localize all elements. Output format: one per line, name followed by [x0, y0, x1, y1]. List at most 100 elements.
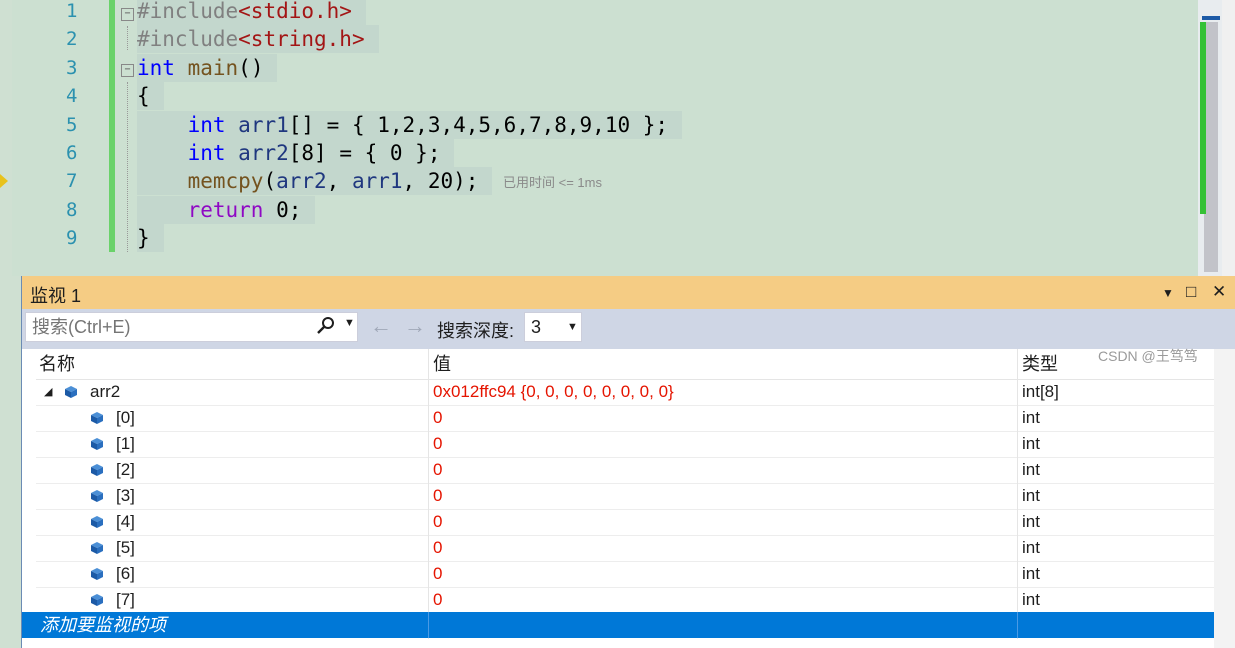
code-token: arr2	[238, 141, 289, 165]
code-token: [8] = { 0 };	[288, 141, 441, 165]
current-line-arrow-icon	[0, 174, 8, 188]
glyph-margin[interactable]	[0, 0, 12, 276]
fold-guide	[127, 26, 129, 50]
watch-value[interactable]: 0	[433, 483, 442, 509]
code-token: <stdio.h>	[238, 0, 352, 23]
scrollbar-thumb[interactable]	[1204, 22, 1218, 272]
column-header-value[interactable]: 值	[429, 349, 1017, 380]
fold-guide	[127, 82, 129, 252]
watch-value[interactable]: 0	[433, 587, 442, 613]
search-depth-value: 3	[531, 317, 542, 337]
watch-row[interactable]: [7] 0 int	[36, 587, 1214, 614]
code-line[interactable]: }	[137, 224, 164, 253]
code-line[interactable]: return 0;	[137, 195, 316, 224]
code-line[interactable]: memcpy(arr2, arr1, 20);	[137, 167, 493, 196]
code-line[interactable]: int arr1[] = { 1,2,3,4,5,6,7,8,9,10 };	[137, 110, 683, 139]
code-token: #include	[137, 27, 239, 52]
watch-row[interactable]: [2] 0 int	[36, 457, 1214, 484]
watch-name[interactable]: [0]	[116, 405, 135, 431]
maximize-icon[interactable]: □	[1186, 282, 1196, 302]
code-editor[interactable]: 123456789 − − #include<stdio.h> #include<…	[0, 0, 1235, 276]
watch-name[interactable]: [4]	[116, 509, 135, 535]
watch-row[interactable]: [0] 0 int	[36, 405, 1214, 432]
watch-name[interactable]: arr2	[90, 379, 120, 405]
watch-type: int	[1022, 564, 1040, 583]
add-watch-placeholder[interactable]: 添加要监视的项	[40, 612, 166, 638]
watch-row[interactable]: [1] 0 int	[36, 431, 1214, 458]
watch-row[interactable]: ◢ arr2 0x012ffc94 {0, 0, 0, 0, 0, 0, 0, 0}…	[36, 379, 1214, 406]
search-input[interactable]	[32, 313, 302, 341]
code-token: arr1	[238, 112, 289, 137]
search-icon[interactable]	[316, 316, 336, 341]
watch-row[interactable]: [6] 0 int	[36, 561, 1214, 588]
watermark: CSDN @王笃笃	[1098, 348, 1198, 364]
code-token: [] = { 1,2,3,4,5,6,7,8,9,10 };	[288, 112, 669, 137]
code-token: , 20);	[402, 169, 479, 194]
scrollbar-change-marker	[1200, 22, 1206, 214]
watch-row[interactable]: [3] 0 int	[36, 483, 1214, 510]
code-token: {	[137, 84, 150, 109]
watch-value[interactable]: 0	[433, 535, 442, 561]
watch-value[interactable]: 0	[433, 561, 442, 587]
variable-icon	[90, 567, 104, 581]
watch-toolbar: ▼ ← → 搜索深度: 3 ▼	[22, 309, 1235, 349]
watch-name[interactable]: [6]	[116, 561, 135, 587]
watch-value[interactable]: 0x012ffc94 {0, 0, 0, 0, 0, 0, 0, 0}	[433, 379, 674, 405]
column-header-value-label: 值	[433, 354, 451, 374]
perf-tip-elapsed-time[interactable]: 已用时间 <= 1ms	[503, 172, 602, 191]
variable-icon	[90, 541, 104, 555]
window-menu-dropdown-icon[interactable]: ▼	[1162, 286, 1174, 300]
collapse-arrow-icon[interactable]: ◢	[44, 379, 52, 405]
watch-name[interactable]: [5]	[116, 535, 135, 561]
line-number: 1	[66, 0, 78, 22]
watch-value[interactable]: 0	[433, 457, 442, 483]
watch-type: int	[1022, 434, 1040, 453]
column-divider	[428, 612, 429, 638]
variable-icon	[90, 593, 104, 607]
watch-name[interactable]: [2]	[116, 457, 135, 483]
watch-row[interactable]: [5] 0 int	[36, 535, 1214, 562]
line-number: 2	[66, 28, 78, 51]
code-token: #include	[137, 0, 239, 23]
search-depth-label: 搜索深度:	[437, 321, 515, 341]
code-token: arr1	[351, 169, 403, 194]
line-number: 6	[66, 142, 78, 164]
add-watch-row[interactable]: 添加要监视的项	[22, 612, 1214, 638]
watch-value[interactable]: 0	[433, 509, 442, 535]
code-line[interactable]: int main()	[137, 53, 278, 82]
watch-name[interactable]: [7]	[116, 587, 135, 613]
search-forward-icon[interactable]: →	[404, 313, 426, 339]
close-icon[interactable]: ✕	[1212, 282, 1226, 302]
column-header-name[interactable]: 名称	[36, 349, 428, 380]
watch-row[interactable]: [4] 0 int	[36, 509, 1214, 536]
code-token: }	[137, 226, 150, 251]
watch-name[interactable]: [1]	[116, 431, 135, 457]
column-divider[interactable]	[428, 349, 429, 639]
watch-title: 监视 1	[30, 286, 82, 306]
line-number: 5	[66, 113, 78, 136]
code-line[interactable]: int arr2[8] = { 0 };	[137, 139, 455, 167]
watch-vertical-scrollbar[interactable]	[1214, 349, 1235, 648]
watch-type: int[8]	[1022, 382, 1059, 401]
watch-title-bar[interactable]: 监视 1 ▼ □ ✕	[22, 276, 1235, 309]
search-back-icon[interactable]: ←	[370, 313, 392, 339]
search-depth-select[interactable]: 3 ▼	[524, 312, 582, 342]
column-divider[interactable]	[1017, 349, 1018, 639]
code-line[interactable]: {	[137, 82, 164, 111]
search-options-dropdown-icon[interactable]: ▼	[344, 317, 355, 329]
fold-toggle-icon[interactable]: −	[121, 64, 134, 77]
scroll-map-strip[interactable]	[1222, 0, 1235, 276]
search-box[interactable]: ▼	[25, 312, 358, 342]
code-line[interactable]: #include<string.h>	[137, 25, 379, 54]
watch-type: int	[1022, 590, 1040, 609]
fold-toggle-icon[interactable]: −	[121, 8, 134, 21]
watch-value[interactable]: 0	[433, 431, 442, 457]
watch-window: 监视 1 ▼ □ ✕ ▼ ← → 搜索深度: 3 ▼ 名称 值 类型 ◢ arr2…	[21, 276, 1235, 648]
code-line[interactable]: #include<stdio.h>	[137, 0, 366, 25]
watch-name[interactable]: [3]	[116, 483, 135, 509]
watch-value[interactable]: 0	[433, 405, 442, 431]
